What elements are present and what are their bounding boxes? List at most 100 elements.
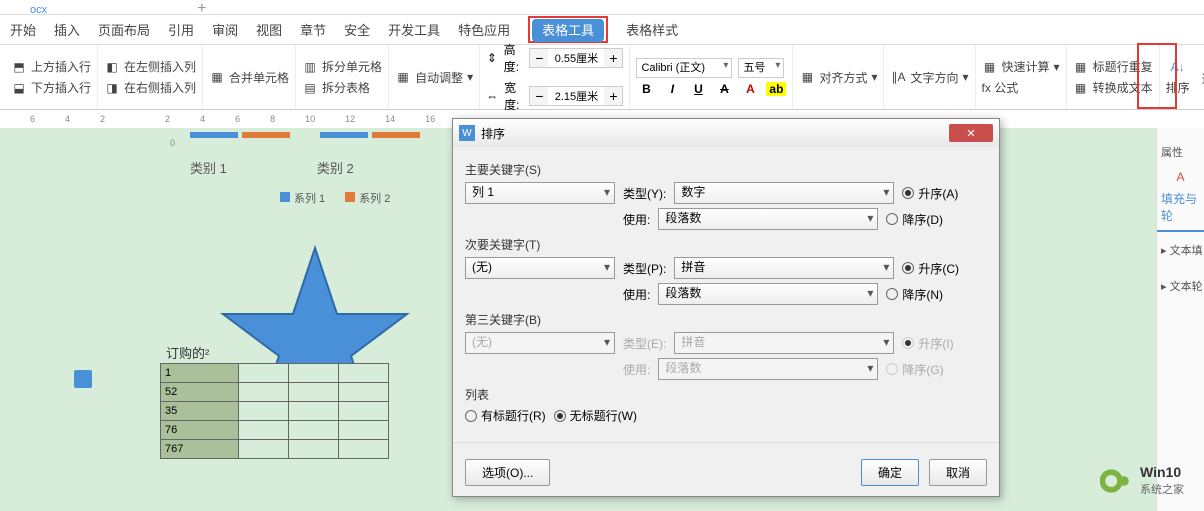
watermark-title: Win10 [1140, 465, 1184, 480]
series1-swatch [280, 192, 290, 202]
sort-dialog: W 排序 ✕ 主要关键字(S) 列 1 类型(Y): 数字 升序(A) 使用: … [452, 118, 1000, 497]
has-header-radio[interactable]: 有标题行(R) [465, 407, 546, 424]
primary-field-select[interactable]: 列 1 [465, 182, 615, 204]
table-row[interactable]: 35 [161, 402, 389, 421]
tab-dev[interactable]: 开发工具 [388, 20, 440, 39]
align-button[interactable]: ▦对齐方式 ▾ [799, 69, 877, 86]
watermark-sub: 系统之家 [1140, 481, 1184, 497]
underline-button[interactable]: U [688, 82, 708, 96]
ok-button[interactable]: 确定 [861, 459, 919, 486]
right-panel: 属性 A 填充与轮 ▸ 文本填 ▸ 文本轮 [1156, 128, 1204, 511]
secondary-field-select[interactable]: (无) [465, 257, 615, 279]
table-row[interactable]: 52 [161, 383, 389, 402]
third-key-label: 第三关键字(B) [465, 311, 987, 328]
highlight-button[interactable]: ab [766, 82, 786, 96]
no-header-radio[interactable]: 无标题行(W) [554, 407, 637, 424]
dialog-close-button[interactable]: ✕ [949, 124, 993, 142]
split-cell[interactable]: ▥拆分单元格 [302, 58, 382, 75]
file-ext: ocx [30, 4, 47, 16]
secondary-asc-radio[interactable]: 升序(C) [902, 260, 959, 277]
sort-icon: A↓ [1170, 59, 1186, 75]
insert-row-above[interactable]: ⬒上方插入行 [11, 58, 91, 75]
type-p-label: 类型(P): [623, 260, 666, 277]
tab-chapter[interactable]: 章节 [300, 20, 326, 39]
repeat-icon: ▦ [1073, 59, 1089, 75]
bold-button[interactable]: B [636, 82, 656, 96]
merge-icon: ▦ [209, 69, 225, 85]
primary-asc-radio[interactable]: 升序(A) [902, 185, 958, 202]
secondary-type-select[interactable]: 拼音 [674, 257, 894, 279]
secondary-use-select[interactable]: 段落数 [658, 283, 878, 305]
use-label-3: 使用: [623, 361, 650, 378]
panel-attr[interactable]: 属性 [1157, 134, 1204, 170]
dialog-icon: W [459, 125, 475, 141]
insert-col-left[interactable]: ◧在左侧插入列 [104, 58, 196, 75]
watermark: Win10 系统之家 [1100, 465, 1184, 497]
table-row[interactable]: 767 [161, 440, 389, 459]
font-select[interactable]: Calibri (正文) [636, 58, 732, 78]
to-text-icon: ▦ [1073, 80, 1089, 96]
insert-row-below[interactable]: ⬓下方插入行 [11, 79, 91, 96]
quick-calc-button[interactable]: ▦快速计算 ▾ [982, 58, 1060, 75]
tab-table-style[interactable]: 表格样式 [626, 20, 678, 39]
table-row[interactable]: 1 [161, 364, 389, 383]
text-dir-button[interactable]: ∥A文字方向 ▾ [890, 69, 968, 86]
paragraph-helper-icon[interactable] [74, 370, 92, 388]
font-color-button[interactable]: A [740, 82, 760, 96]
italic-button[interactable]: I [662, 82, 682, 96]
dialog-title: 排序 [481, 125, 505, 142]
width-icon: ⇔ [486, 88, 498, 104]
split-table[interactable]: ▤拆分表格 [302, 79, 382, 96]
tab-table-tools[interactable]: 表格工具 [532, 19, 604, 42]
sort-button[interactable]: A↓排序 [1166, 59, 1190, 96]
watermark-logo-icon [1100, 465, 1132, 497]
header-repeat-button[interactable]: ▦标题行重复 [1073, 58, 1153, 75]
primary-desc-radio[interactable]: 降序(D) [886, 211, 943, 228]
cancel-button[interactable]: 取消 [929, 459, 987, 486]
third-type-select: 拼音 [674, 332, 894, 354]
calc-icon: ▦ [982, 59, 998, 75]
panel-text-outline[interactable]: ▸ 文本轮 [1157, 268, 1204, 304]
type-y-label: 类型(Y): [623, 185, 666, 202]
options-button[interactable]: 选项(O)... [465, 459, 550, 486]
height-minus[interactable]: − [530, 49, 548, 67]
third-field-select: (无) [465, 332, 615, 354]
strike-button[interactable]: A [714, 82, 734, 96]
auto-adjust[interactable]: ▦自动调整 ▾ [395, 69, 473, 86]
tab-review[interactable]: 审阅 [212, 20, 238, 39]
table-row[interactable]: 76 [161, 421, 389, 440]
primary-type-select[interactable]: 数字 [674, 182, 894, 204]
tab-view[interactable]: 视图 [256, 20, 282, 39]
text-color-icon[interactable]: A [1157, 170, 1204, 184]
width-minus[interactable]: − [530, 87, 548, 105]
text-dir-icon: ∥A [890, 69, 906, 85]
tab-security[interactable]: 安全 [344, 20, 370, 39]
third-asc-radio: 升序(I) [902, 335, 953, 352]
height-input[interactable] [548, 49, 604, 67]
height-plus[interactable]: + [604, 49, 622, 67]
align-icon: ▦ [799, 69, 815, 85]
to-text-button[interactable]: ▦转换成文本 [1073, 79, 1153, 96]
data-table[interactable]: 1 52 35 76 767 [160, 363, 389, 459]
category-2: 类别 2 [317, 158, 354, 177]
use-label: 使用: [623, 211, 650, 228]
third-desc-radio: 降序(G) [886, 361, 943, 378]
primary-use-select[interactable]: 段落数 [658, 208, 878, 230]
secondary-desc-radio[interactable]: 降序(N) [886, 286, 943, 303]
formula-button[interactable]: fx 公式 [982, 79, 1060, 96]
tab-start[interactable]: 开始 [10, 20, 36, 39]
insert-col-right[interactable]: ◨在右侧插入列 [104, 79, 196, 96]
panel-text-fill[interactable]: ▸ 文本填 [1157, 232, 1204, 268]
size-select[interactable]: 五号 [738, 58, 784, 78]
type-e-label: 类型(E): [623, 335, 666, 352]
width-input[interactable] [548, 87, 604, 105]
panel-fill-tab[interactable]: 填充与轮 [1157, 184, 1204, 232]
dialog-titlebar[interactable]: W 排序 ✕ [453, 119, 999, 147]
col-left-icon: ◧ [104, 59, 120, 75]
tab-layout[interactable]: 页面布局 [98, 20, 150, 39]
tab-ref[interactable]: 引用 [168, 20, 194, 39]
tab-insert[interactable]: 插入 [54, 20, 80, 39]
merge-cells[interactable]: ▦合并单元格 [209, 69, 289, 86]
width-plus[interactable]: + [604, 87, 622, 105]
tab-special[interactable]: 特色应用 [458, 20, 510, 39]
